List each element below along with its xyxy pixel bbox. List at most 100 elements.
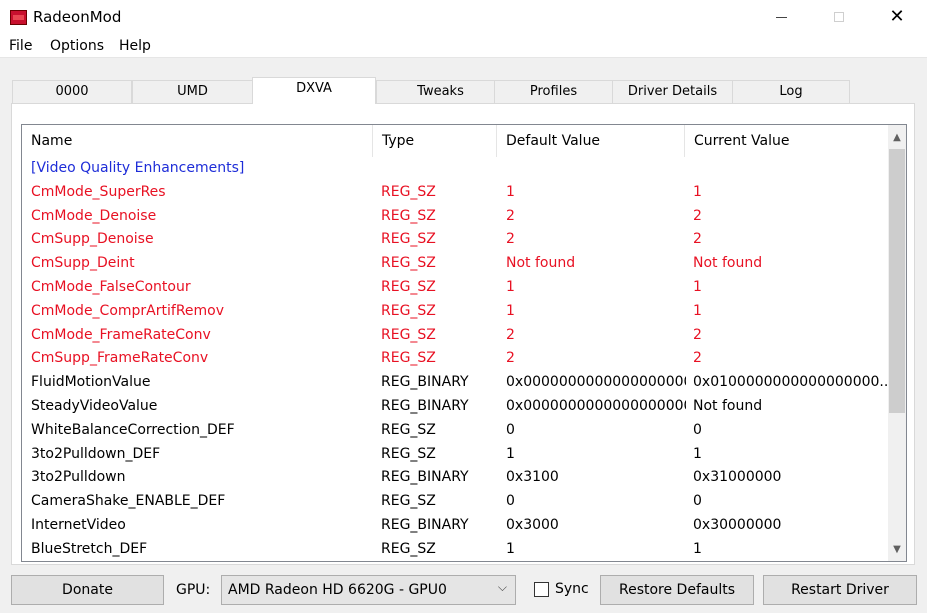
menu-help[interactable]: Help xyxy=(119,38,151,54)
column-header-name[interactable]: Name xyxy=(22,125,373,157)
cell-type: REG_SZ xyxy=(381,493,436,510)
tab-0000[interactable]: 0000 xyxy=(12,80,132,103)
cell-name: CmMode_FrameRateConv xyxy=(31,326,211,343)
cell-name: CmSupp_FrameRateConv xyxy=(31,350,209,367)
cell-name: [Video Quality Enhancements] xyxy=(31,160,245,176)
cell-default-value: 1 xyxy=(506,278,515,295)
section-header-row[interactable]: [Video Quality Enhancements] xyxy=(22,157,888,181)
cell-type: REG_SZ xyxy=(381,540,436,557)
cell-name: SteadyVideoValue xyxy=(31,397,158,414)
cell-current-value: 1 xyxy=(693,445,702,462)
minimize-icon xyxy=(775,16,787,18)
table-row[interactable]: CmMode_Denoise REG_SZ 2 2 xyxy=(22,205,888,229)
table-row[interactable]: CmSupp_Deint REG_SZ Not found Not found xyxy=(22,252,888,276)
close-button[interactable]: ✕ xyxy=(869,0,925,34)
cell-type: REG_SZ xyxy=(381,326,436,343)
cell-type xyxy=(381,157,501,181)
cell-default-value: 1 xyxy=(506,302,515,319)
registry-list[interactable]: Name Type Default Value Current Value [V… xyxy=(21,124,907,562)
cell-name: CmMode_Denoise xyxy=(31,207,157,224)
table-row[interactable]: CmMode_FrameRateConv REG_SZ 2 2 xyxy=(22,324,888,348)
vertical-scrollbar[interactable]: ▲ ▼ xyxy=(888,125,906,561)
tab-umd[interactable]: UMD xyxy=(132,80,253,103)
title-bar: RadeonMod ✕ xyxy=(0,0,927,34)
table-row[interactable]: FluidMotionValue REG_BINARY 0x000000000000… xyxy=(22,371,888,395)
cell-name: 3to2Pulldown xyxy=(31,469,126,486)
cell-default-value: 2 xyxy=(506,207,515,224)
cell-current-value: 0x0100000000000000000... xyxy=(693,374,888,391)
maximize-button[interactable] xyxy=(811,0,867,34)
tab-tweaks[interactable]: Tweaks xyxy=(376,80,505,103)
scroll-up-icon[interactable]: ▲ xyxy=(888,129,906,147)
restore-defaults-button[interactable]: Restore Defaults xyxy=(600,575,754,605)
cell-type: REG_SZ xyxy=(381,445,436,462)
gpu-select[interactable]: AMD Radeon HD 6620G - GPU0 ⌵ xyxy=(221,575,516,605)
cell-default-value: 0x3000 xyxy=(506,516,559,533)
cell-name: CmMode_ComprArtifRemov xyxy=(31,302,225,319)
scroll-thumb[interactable] xyxy=(889,149,905,413)
sync-label[interactable]: Sync xyxy=(555,581,589,597)
scroll-down-icon[interactable]: ▼ xyxy=(888,541,906,559)
cell-current-value: 1 xyxy=(693,302,702,319)
cell-type: REG_BINARY xyxy=(381,374,469,391)
table-row[interactable]: SteadyVideoValue REG_BINARY 0x000000000000… xyxy=(22,395,888,419)
cell-name: CmSupp_Deint xyxy=(31,255,135,272)
tab-dxva[interactable]: DXVA xyxy=(252,77,376,104)
cell-name: BlueStretch_DEF xyxy=(31,540,148,557)
cell-default-value: 0 xyxy=(506,421,515,438)
donate-button[interactable]: Donate xyxy=(11,575,164,605)
cell-default-value: 0 xyxy=(506,493,515,510)
cell-default-value: 0x0000000000000000000... xyxy=(506,397,686,414)
minimize-button[interactable] xyxy=(753,0,809,34)
cell-default-value: 1 xyxy=(506,183,515,200)
tab-profiles[interactable]: Profiles xyxy=(494,80,613,103)
table-row[interactable]: InternetVideo REG_BINARY 0x3000 0x30000000 xyxy=(22,514,888,538)
table-row[interactable]: 3to2Pulldown REG_BINARY 0x3100 0x31000000 xyxy=(22,466,888,490)
cell-type: REG_SZ xyxy=(381,302,436,319)
cell-current-value: 1 xyxy=(693,278,702,295)
sync-checkbox[interactable] xyxy=(534,582,549,597)
restart-driver-button[interactable]: Restart Driver xyxy=(763,575,917,605)
table-row[interactable]: CameraShake_ENABLE_DEF REG_SZ 0 0 xyxy=(22,490,888,514)
table-row[interactable]: 3to2Pulldown_DEF REG_SZ 1 1 xyxy=(22,443,888,467)
cell-default-value xyxy=(506,157,686,181)
cell-type: REG_BINARY xyxy=(381,397,469,414)
cell-current-value xyxy=(693,157,888,181)
cell-type: REG_SZ xyxy=(381,231,436,248)
column-header-current-value[interactable]: Current Value xyxy=(685,125,873,157)
table-row[interactable]: CmSupp_Denoise REG_SZ 2 2 xyxy=(22,228,888,252)
table-row[interactable]: CmMode_ComprArtifRemov REG_SZ 1 1 xyxy=(22,300,888,324)
table-row[interactable]: CmSupp_FrameRateConv REG_SZ 2 2 xyxy=(22,347,888,371)
tab-driver-details[interactable]: Driver Details xyxy=(612,80,733,103)
cell-current-value: 1 xyxy=(693,183,702,200)
cell-type: REG_SZ xyxy=(381,421,436,438)
cell-current-value: 2 xyxy=(693,350,702,367)
menu-options[interactable]: Options xyxy=(50,38,104,54)
menu-file[interactable]: File xyxy=(9,38,32,54)
table-row[interactable]: CmMode_SuperRes REG_SZ 1 1 xyxy=(22,181,888,205)
table-row[interactable]: WhiteBalanceCorrection_DEF REG_SZ 0 0 xyxy=(22,419,888,443)
column-header-type[interactable]: Type xyxy=(373,125,497,157)
tab-log[interactable]: Log xyxy=(732,80,850,103)
cell-name: FluidMotionValue xyxy=(31,374,151,391)
maximize-icon xyxy=(834,12,844,22)
bottom-bar: Donate GPU: AMD Radeon HD 6620G - GPU0 ⌵… xyxy=(0,571,927,609)
cell-default-value: 2 xyxy=(506,326,515,343)
cell-default-value: 0x3100 xyxy=(506,469,559,486)
cell-current-value: 2 xyxy=(693,207,702,224)
cell-type: REG_BINARY xyxy=(381,469,469,486)
table-row[interactable]: CmMode_FalseContour REG_SZ 1 1 xyxy=(22,276,888,300)
table-row[interactable]: BlueStretch_DEF REG_SZ 1 1 xyxy=(22,538,888,561)
cell-default-value: 1 xyxy=(506,540,515,557)
cell-default-value: Not found xyxy=(506,255,576,272)
cell-type: REG_SZ xyxy=(381,183,436,200)
cell-name: WhiteBalanceCorrection_DEF xyxy=(31,421,235,438)
cell-current-value: Not found xyxy=(693,255,763,272)
column-header-default-value[interactable]: Default Value xyxy=(497,125,685,157)
cell-type: REG_SZ xyxy=(381,255,436,272)
cell-type: REG_SZ xyxy=(381,207,436,224)
menu-bar: File Options Help xyxy=(0,34,927,58)
cell-current-value: 0 xyxy=(693,421,702,438)
cell-name: InternetVideo xyxy=(31,516,126,533)
cell-name: CameraShake_ENABLE_DEF xyxy=(31,493,226,510)
